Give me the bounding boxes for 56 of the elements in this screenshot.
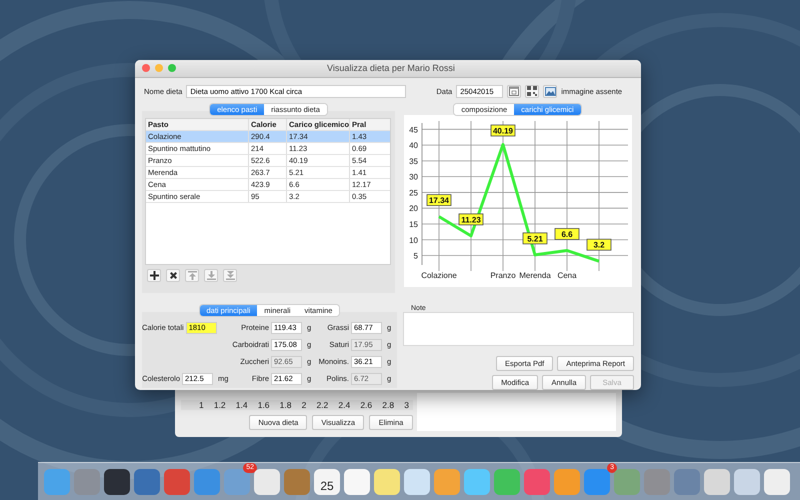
data-label: 3.2	[586, 238, 611, 251]
qr-code-icon[interactable]	[525, 84, 540, 98]
data-label: 6.6	[560, 230, 573, 240]
app-icon[interactable]	[254, 468, 280, 494]
axis-tick-label: 5	[413, 252, 418, 261]
calendar-icon[interactable]	[507, 84, 522, 98]
scale-label: 1.6	[258, 400, 270, 410]
axis-tick-label: 30	[408, 172, 418, 182]
data-label: 11.23	[458, 214, 483, 226]
axis-tick-label: 10	[408, 236, 418, 245]
note-field[interactable]	[403, 312, 634, 346]
arrow-icon	[226, 271, 234, 280]
scale-label: 3	[404, 400, 409, 410]
scale-label: 1.8	[280, 400, 292, 410]
data-label: 17.34	[426, 194, 451, 206]
axis-tick-label: 40	[408, 141, 418, 150]
image-icon[interactable]	[543, 84, 558, 98]
text-area[interactable]	[417, 393, 616, 431]
axis-tick-label: 25	[408, 188, 418, 198]
axis-tick-label: Merenda	[518, 271, 550, 280]
close-button[interactable]	[142, 64, 150, 72]
axis-tick-label: Cena	[556, 271, 576, 280]
data-label: 5.21	[526, 234, 543, 244]
remove-button[interactable]	[166, 269, 180, 282]
scale-label: 2.4	[338, 400, 350, 410]
scale-label: 2.6	[360, 400, 372, 410]
scale-label: 1.2	[214, 400, 226, 410]
scale-label: 1	[199, 400, 204, 410]
data-label: 3.2	[592, 240, 605, 250]
axis-tick-label: Pranzo	[490, 271, 516, 280]
axis-tick-label: Colazione	[420, 271, 456, 280]
axis-tick-label: 45	[408, 125, 418, 134]
cross-icon	[168, 271, 178, 280]
axis-tick-label: 15	[408, 220, 418, 230]
window-title: Visualizza dieta per Mario Rossi	[326, 63, 456, 74]
axis-tick-label: 20	[408, 204, 418, 214]
arrow-icon	[206, 271, 216, 280]
calendar-date-text: 25	[320, 478, 334, 494]
scale-label: 1.4	[236, 400, 248, 410]
app-icon[interactable]	[344, 468, 370, 494]
data-label: 11.23	[460, 215, 481, 224]
data-label: 5.21	[522, 232, 547, 244]
app-icon[interactable]	[104, 468, 130, 494]
zoom-button[interactable]	[168, 64, 176, 72]
scale-label: 2.8	[382, 400, 394, 410]
minimize-button[interactable]	[155, 64, 163, 72]
data-label: 40.19	[490, 124, 515, 136]
app-icon[interactable]	[764, 468, 790, 494]
app-icon[interactable]: 25	[314, 468, 340, 494]
data-label: 6.6	[554, 228, 579, 240]
scale-label: 2.2	[316, 400, 328, 410]
add-button[interactable]	[147, 269, 161, 282]
axis-tick-label: 35	[408, 156, 418, 166]
arrow-icon	[188, 271, 196, 280]
plus-icon	[150, 271, 158, 280]
scale-label: 2	[302, 400, 306, 410]
